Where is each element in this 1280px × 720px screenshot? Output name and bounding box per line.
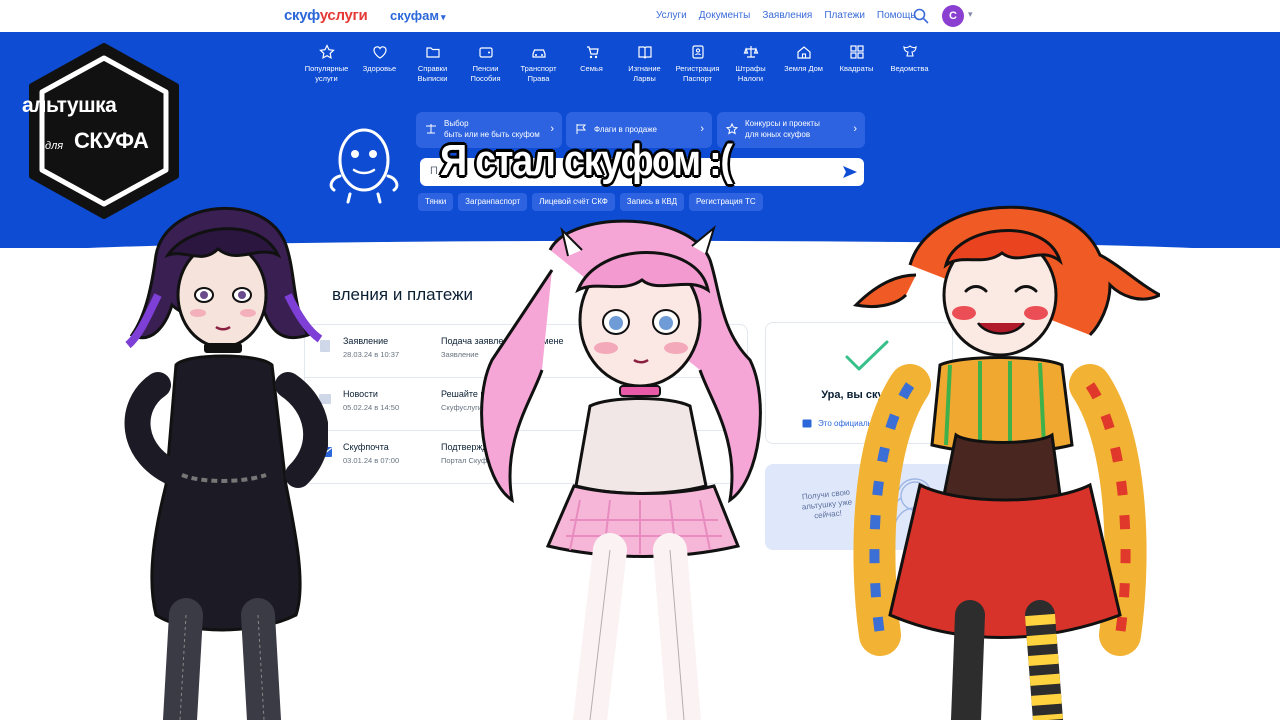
chip-kvd[interactable]: Запись в КВД: [619, 193, 684, 211]
emblem-icon: [902, 45, 917, 57]
category-fines[interactable]: Штрафы Налоги: [724, 44, 777, 84]
category-label: Пенсии Пособия: [470, 64, 501, 83]
badge-line-1: альтушка: [22, 94, 117, 117]
nav-applications[interactable]: Заявления: [762, 10, 812, 21]
promo-contests[interactable]: Конкурсы и проекты для юных скуфов ›: [717, 112, 865, 148]
chip-tyanki[interactable]: Тянки: [418, 193, 454, 211]
nav-help[interactable]: Помощь: [877, 10, 916, 21]
category-exorcism[interactable]: Изгнание Ларвы: [618, 44, 671, 84]
region-selector[interactable]: скуфам ▾: [390, 8, 446, 23]
logo-part-1: скуф: [284, 7, 320, 24]
avatar[interactable]: С: [942, 5, 964, 27]
category-label: Ведомства: [890, 64, 929, 73]
book-icon: [802, 419, 812, 428]
category-label: Земля Дом: [784, 64, 823, 73]
logo-part-2: услуги: [319, 7, 368, 24]
wallet-icon: [478, 47, 493, 58]
squares-icon: [849, 45, 864, 59]
search-icon[interactable]: [912, 7, 930, 25]
house-icon: [796, 46, 811, 59]
row-date: 03.01.24 в 07:00: [343, 456, 400, 465]
goth-girl-illustration: [124, 206, 328, 720]
category-label: Справки Выписки: [417, 64, 448, 83]
pink-girl-illustration: [480, 219, 762, 720]
category-label: Изгнание Ларвы: [628, 64, 661, 83]
avatar-chevron-icon[interactable]: ▾: [968, 9, 973, 20]
top-header: скуфуслуги скуфам ▾ Услуги Документы Заяв…: [0, 0, 1280, 32]
chevron-down-icon: ▾: [441, 12, 446, 22]
flag-icon: [576, 124, 587, 134]
chevron-right-icon: ›: [700, 123, 704, 135]
star-icon: [318, 44, 335, 60]
chip-passport[interactable]: Загранпаспорт: [458, 193, 528, 211]
stroller-icon: [586, 46, 599, 59]
category-squares[interactable]: Квадраты: [830, 44, 883, 84]
category-family[interactable]: Семья: [565, 44, 618, 84]
promo-line-2: для юных скуфов: [745, 130, 811, 139]
category-bar: Популярные услуги Здоровье Справки Выпис…: [300, 44, 936, 84]
row-title: Новости: [343, 389, 378, 399]
region-label: скуфам: [390, 8, 440, 23]
category-label: Штрафы Налоги: [735, 64, 766, 83]
row-date: 05.02.24 в 14:50: [343, 403, 400, 412]
section-title: вления и платежи: [332, 285, 473, 304]
nav-documents[interactable]: Документы: [699, 10, 751, 21]
promo-line-1: Конкурсы и проекты: [745, 119, 820, 128]
search-placeholder: П: [430, 165, 438, 177]
badge-line-2: для: [45, 140, 64, 152]
chevron-right-icon: ›: [550, 123, 554, 135]
book-icon: [637, 46, 652, 59]
id-card-icon: [691, 45, 704, 59]
chip-vehicle[interactable]: Регистрация ТС: [688, 193, 763, 211]
category-pensions[interactable]: Пенсии Пособия: [459, 44, 512, 84]
clown-girl-illustration: [852, 205, 1160, 720]
scales-icon: [426, 124, 436, 134]
chevron-right-icon: ›: [853, 123, 857, 135]
folder-icon: [425, 47, 440, 58]
overlay-title: Я стал скуфом :(: [440, 136, 733, 185]
nav-services[interactable]: Услуги: [656, 10, 687, 21]
quick-chips: Тянки Загранпаспорт Лицевой счёт СКФ Зап…: [418, 193, 763, 211]
category-label: Транспорт Права: [520, 64, 557, 83]
category-label: Семья: [580, 64, 603, 73]
category-land[interactable]: Земля Дом: [777, 44, 830, 84]
badge-line-3: СКУФА: [74, 128, 149, 153]
promo-line-1: Флаги в продаже: [594, 125, 657, 134]
category-registration[interactable]: Регистрация Паспорт: [671, 44, 724, 84]
row-title: Скуфпочта: [343, 442, 389, 452]
category-label: Здоровье: [362, 64, 397, 73]
scales-icon: [743, 46, 758, 58]
top-nav: Услуги Документы Заявления Платежи Помощ…: [656, 10, 916, 21]
category-popular[interactable]: Популярные услуги: [300, 44, 353, 84]
category-agencies[interactable]: Ведомства: [883, 44, 936, 84]
category-transport[interactable]: Транспорт Права: [512, 44, 565, 84]
category-label: Квадраты: [839, 64, 874, 73]
promo-line-1: Выбор: [444, 119, 469, 128]
site-logo[interactable]: скуфуслуги: [284, 7, 368, 24]
car-icon: [531, 49, 546, 58]
send-arrow-icon[interactable]: [842, 165, 858, 179]
mascot-robot-icon: [329, 128, 399, 204]
category-label: Регистрация Паспорт: [675, 64, 720, 83]
category-label: Популярные услуги: [304, 64, 349, 83]
health-icon: [372, 46, 387, 59]
row-date: 28.03.24 в 10:37: [343, 350, 400, 359]
chip-account[interactable]: Лицевой счёт СКФ: [532, 193, 615, 211]
row-title: Заявление: [343, 336, 389, 346]
star-icon: [726, 123, 738, 135]
nav-payments[interactable]: Платежи: [824, 10, 865, 21]
category-certificates[interactable]: Справки Выписки: [406, 44, 459, 84]
category-health[interactable]: Здоровье: [353, 44, 406, 84]
